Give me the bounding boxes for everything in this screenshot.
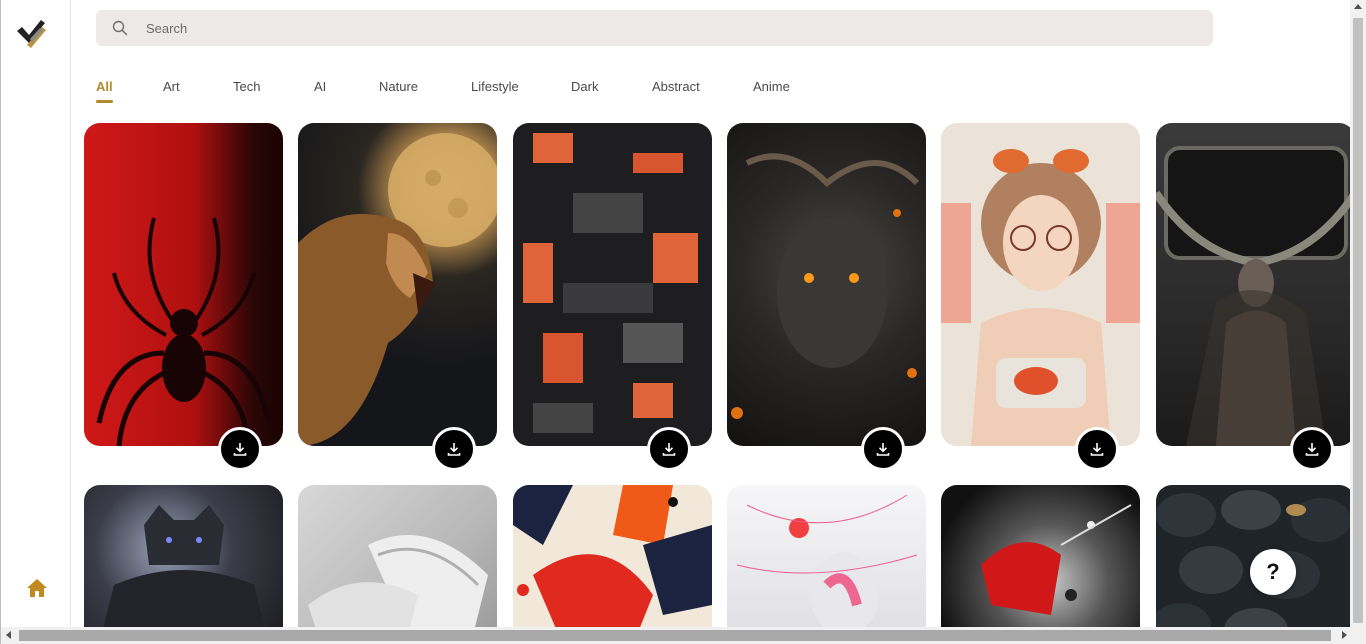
- horizontal-scroll-thumb[interactable]: [19, 630, 1331, 641]
- help-button[interactable]: ?: [1250, 549, 1296, 595]
- scroll-up-arrow-icon[interactable]: [1354, 4, 1362, 9]
- scroll-right-arrow-icon[interactable]: [1342, 631, 1347, 639]
- wallpaper-card[interactable]: [727, 123, 926, 446]
- wallpaper-image: [308, 535, 488, 627]
- tab-all[interactable]: All: [96, 79, 113, 103]
- download-button[interactable]: [647, 427, 691, 471]
- wallpaper-image: [96, 217, 272, 446]
- download-icon: [1090, 443, 1104, 456]
- tab-tech[interactable]: Tech: [233, 79, 260, 103]
- search-icon: [112, 20, 128, 36]
- scroll-left-arrow-icon[interactable]: [6, 631, 11, 639]
- wallpaper-card[interactable]: [298, 123, 497, 446]
- vertical-scrollbar[interactable]: [1350, 0, 1366, 627]
- wallpaper-card[interactable]: [84, 123, 283, 446]
- wallpaper-image: [941, 149, 1140, 446]
- home-icon[interactable]: [25, 576, 49, 600]
- wallpaper-card[interactable]: [727, 485, 926, 627]
- sidebar: [1, 0, 71, 627]
- wallpaper-image: [298, 133, 497, 446]
- tab-lifestyle[interactable]: Lifestyle: [471, 79, 519, 103]
- wallpaper-card[interactable]: [941, 485, 1140, 627]
- vertical-scroll-thumb[interactable]: [1353, 18, 1363, 623]
- wallpaper-image: [981, 504, 1132, 615]
- download-icon: [662, 443, 676, 456]
- horizontal-scrollbar[interactable]: [1, 627, 1366, 644]
- download-button[interactable]: [218, 427, 262, 471]
- wallpaper-card[interactable]: [1156, 123, 1354, 446]
- download-icon: [876, 443, 890, 456]
- search-bar: [96, 10, 1213, 46]
- tab-art[interactable]: Art: [163, 79, 180, 103]
- wallpaper-card[interactable]: [941, 123, 1140, 446]
- wallpaper-image: [731, 153, 920, 419]
- download-icon: [447, 443, 461, 456]
- wallpaper-image: [103, 505, 265, 627]
- wallpaper-image: [736, 494, 918, 627]
- wallpaper-image: [1156, 146, 1354, 446]
- wallpaper-card[interactable]: [84, 485, 283, 627]
- wallpaper-grid: [84, 123, 1354, 627]
- download-button[interactable]: [1290, 427, 1334, 471]
- tab-anime[interactable]: Anime: [753, 79, 790, 103]
- wallpaper-image: [523, 133, 698, 433]
- logo-icon[interactable]: [15, 17, 47, 49]
- tab-abstract[interactable]: Abstract: [652, 79, 700, 103]
- download-button[interactable]: [432, 427, 476, 471]
- tab-nature[interactable]: Nature: [379, 79, 418, 103]
- tab-ai[interactable]: AI: [314, 79, 326, 103]
- tab-dark[interactable]: Dark: [571, 79, 598, 103]
- download-icon: [233, 443, 247, 456]
- wallpaper-card[interactable]: [513, 123, 712, 446]
- search-input[interactable]: [146, 10, 1196, 46]
- wallpaper-image: [513, 485, 712, 627]
- download-button[interactable]: [861, 427, 905, 471]
- app-window: All Art Tech AI Nature Lifestyle Dark Ab…: [0, 0, 1366, 644]
- download-icon: [1305, 443, 1319, 456]
- wallpaper-card[interactable]: [513, 485, 712, 627]
- wallpaper-card[interactable]: [298, 485, 497, 627]
- download-button[interactable]: [1075, 427, 1119, 471]
